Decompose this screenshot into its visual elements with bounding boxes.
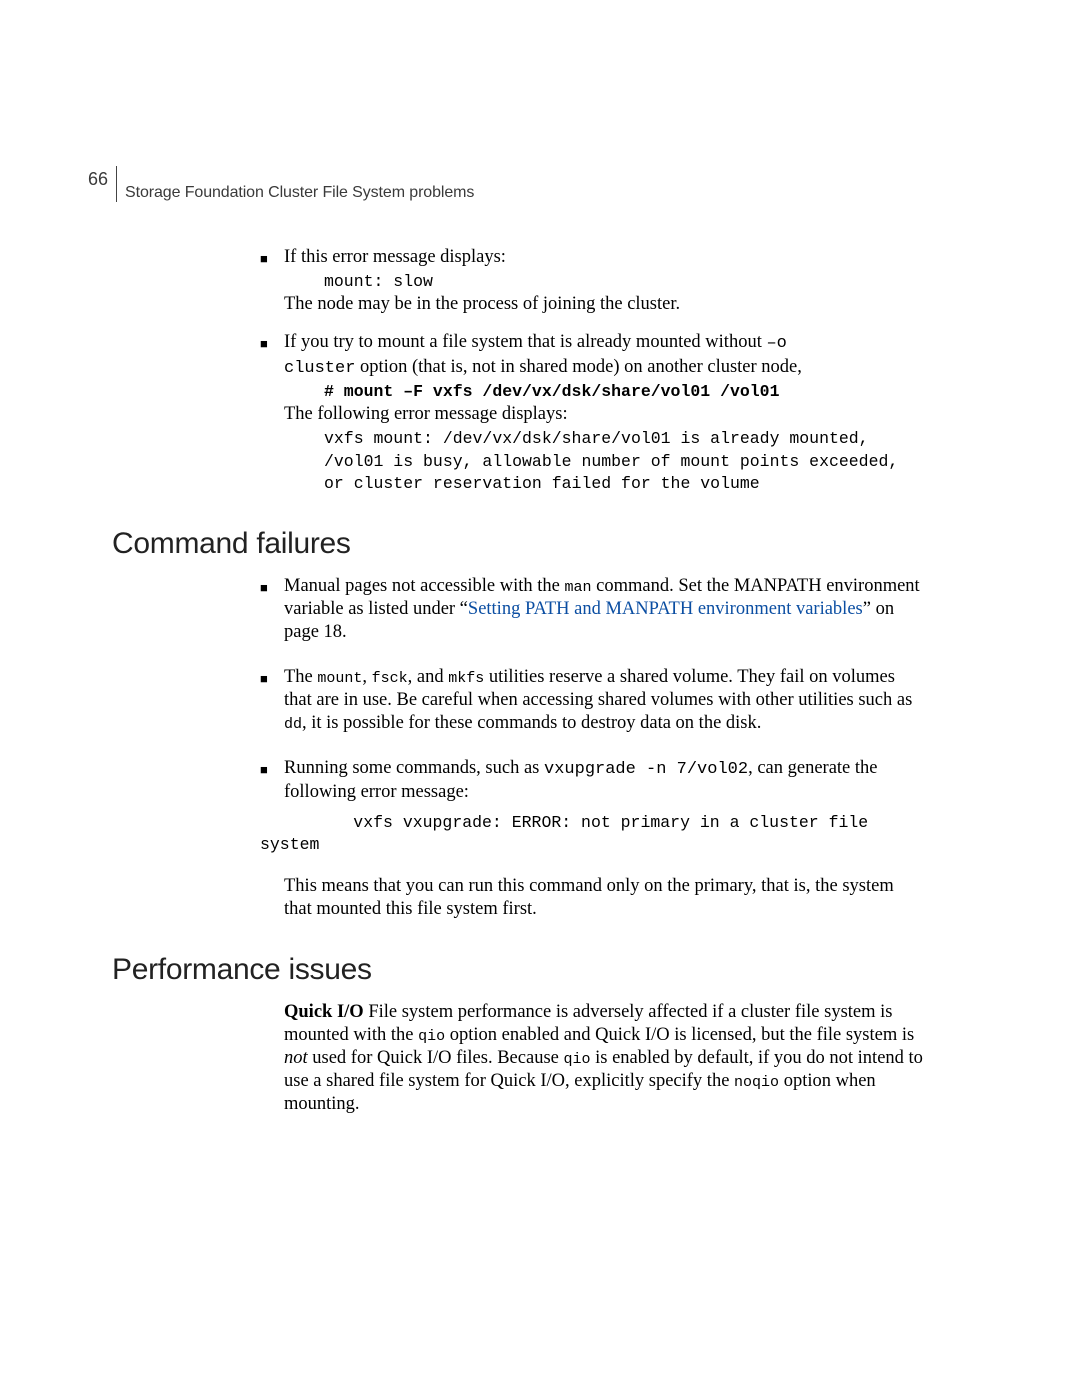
code-error-line2: system [260, 834, 925, 856]
cf-bullet-1: ■ Manual pages not accessible with the m… [260, 575, 925, 646]
cf-bullet-3: ■ Running some commands, such as vxupgra… [260, 757, 925, 805]
heading-command-failures: Command failures [112, 525, 925, 563]
code-span: mount [317, 670, 362, 687]
code-span: man [565, 579, 592, 596]
text-span: If you try to mount a file system that i… [284, 332, 766, 352]
code-block: vxfs mount: /dev/vx/dsk/share/vol01 is a… [324, 428, 925, 495]
code-span: qio [418, 1028, 445, 1045]
text-line: This means that you can run this command… [284, 875, 925, 921]
code-span: cluster [284, 359, 355, 378]
text-span: option enabled and Quick I/O is licensed… [445, 1025, 914, 1045]
text-span: , [362, 667, 371, 687]
page-content: ■ If this error message displays: mount:… [0, 202, 1080, 1116]
code-command: # mount –F vxfs /dev/vx/dsk/share/vol01 … [324, 381, 925, 403]
page-header: 66 Storage Foundation Cluster File Syste… [0, 166, 1080, 202]
bullet-body: The mount, fsck, and mkfs utilities rese… [284, 666, 925, 737]
text-line: The node may be in the process of joinin… [284, 293, 925, 316]
text-span: , and [408, 667, 449, 687]
bullet-body: Manual pages not accessible with the man… [284, 575, 925, 646]
page-66: 66 Storage Foundation Cluster File Syste… [0, 0, 1080, 1397]
intro-bullet-1: ■ If this error message displays: mount:… [260, 246, 925, 319]
bullet-body: If this error message displays: mount: s… [284, 246, 925, 319]
bullet-body: If you try to mount a file system that i… [284, 331, 925, 496]
text-line: The mount, fsck, and mkfs utilities rese… [284, 666, 925, 735]
bold-span: Quick I/O [284, 1002, 364, 1022]
running-title: Storage Foundation Cluster File System p… [125, 184, 474, 202]
bullet-icon: ■ [260, 757, 284, 805]
text-line: If this error message displays: [284, 246, 925, 269]
code-error-line1: vxfs vxupgrade: ERROR: not primary in a … [284, 812, 925, 834]
text-span: The [284, 667, 317, 687]
bullet-icon: ■ [260, 666, 284, 737]
text-line: If you try to mount a file system that i… [284, 331, 925, 354]
text-span: used for Quick I/O files. Because [308, 1048, 564, 1068]
intro-bullet-2: ■ If you try to mount a file system that… [260, 331, 925, 496]
code-span: mkfs [448, 670, 484, 687]
text-line: The following error message displays: [284, 403, 925, 426]
code-span: vxupgrade -n 7/vol02 [544, 760, 748, 779]
bullet-body: Running some commands, such as vxupgrade… [284, 757, 925, 805]
performance-paragraph: Quick I/O File system performance is adv… [260, 1001, 925, 1117]
code-span: qio [563, 1051, 590, 1068]
text-span: Manual pages not accessible with the [284, 576, 565, 596]
page-number: 66 [88, 169, 108, 202]
text-span: , it is possible for these commands to d… [302, 713, 761, 733]
cf-bullet-2: ■ The mount, fsck, and mkfs utilities re… [260, 666, 925, 737]
code-span: –o [766, 334, 786, 353]
bullet-icon: ■ [260, 246, 284, 319]
bullet-icon: ■ [260, 575, 284, 646]
text-line: Running some commands, such as vxupgrade… [284, 757, 925, 803]
code-span: noqio [734, 1074, 779, 1091]
heading-performance-issues: Performance issues [112, 951, 925, 989]
code-span: dd [284, 716, 302, 733]
text-line: Quick I/O File system performance is adv… [284, 1001, 925, 1117]
text-span: Running some commands, such as [284, 758, 544, 778]
code-span: fsck [372, 670, 408, 687]
bullet-icon: ■ [260, 331, 284, 496]
code-line: mount: slow [324, 271, 925, 293]
text-line: Manual pages not accessible with the man… [284, 575, 925, 644]
text-line: cluster option (that is, not in shared m… [284, 356, 925, 379]
text-span: option (that is, not in shared mode) on … [355, 357, 801, 377]
header-divider [116, 166, 117, 202]
italic-span: not [284, 1048, 308, 1068]
link-setting-path[interactable]: Setting PATH and MANPATH environment var… [468, 599, 863, 619]
